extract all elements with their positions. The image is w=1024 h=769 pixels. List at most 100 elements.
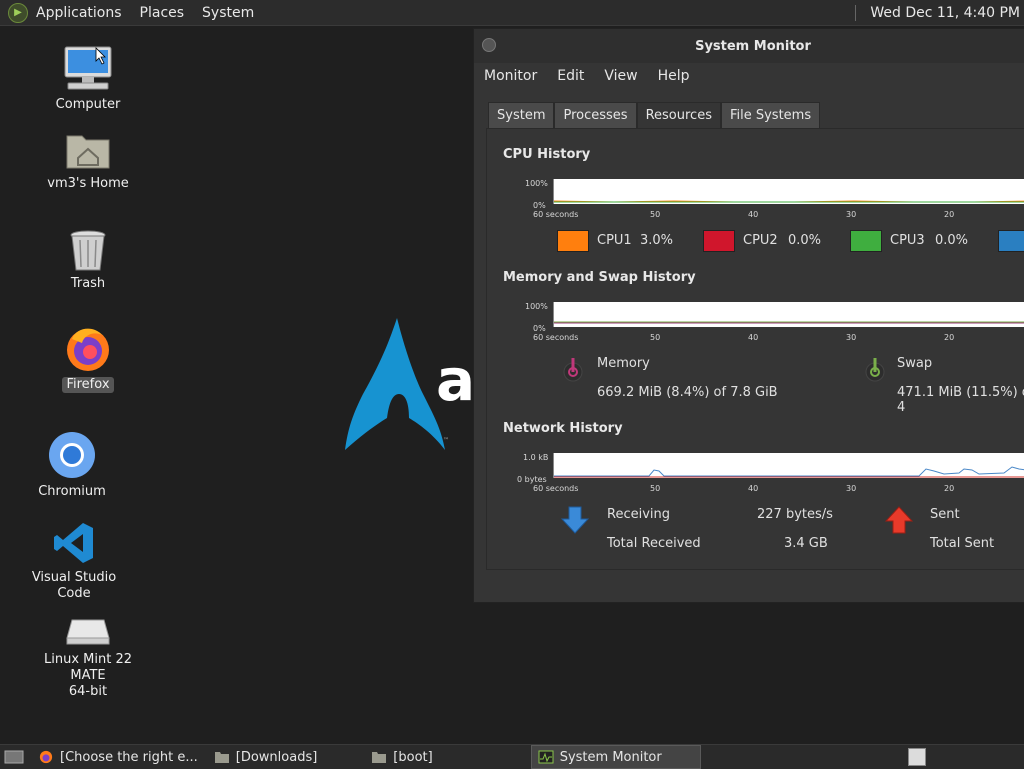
folder-task-icon: [214, 752, 229, 763]
taskbar-item-downloads[interactable]: [Downloads]: [208, 746, 324, 768]
mem-xtick-1: 50: [650, 333, 661, 342]
cpu1-color-swatch[interactable]: [557, 230, 589, 252]
chromium-icon: [49, 432, 95, 478]
menu-monitor[interactable]: Monitor: [484, 68, 537, 84]
net-graph-ymax: 1.0 kB: [523, 453, 549, 462]
desktop-icon-computer[interactable]: Computer: [28, 45, 148, 113]
cpu-xtick-4: 20: [944, 210, 955, 219]
cpu3-value: 0.0%: [935, 233, 969, 248]
cpu2-value: 0.0%: [788, 233, 822, 248]
svg-text:™: ™: [443, 437, 449, 444]
network-history-title: Network History: [503, 421, 623, 436]
tab-system[interactable]: System: [488, 102, 555, 129]
cpu3-color-swatch[interactable]: [850, 230, 882, 252]
mem-graph-ymax: 100%: [525, 302, 548, 311]
wallpaper-text: a: [436, 346, 476, 414]
workspace-switcher[interactable]: [908, 748, 926, 766]
swap-pie-icon[interactable]: [863, 354, 887, 386]
memory-pie-icon[interactable]: [561, 354, 585, 386]
memory-history-graph: [553, 302, 1024, 327]
memory-history-title: Memory and Swap History: [503, 270, 696, 285]
tab-resources[interactable]: Resources: [636, 102, 721, 129]
applications-menu[interactable]: Applications: [36, 5, 122, 21]
net-xtick-3: 30: [846, 484, 857, 493]
menubar: Monitor Edit View Help: [474, 63, 1024, 89]
network-graph-lines: [554, 466, 1024, 478]
taskbar-item-boot-label: [boot]: [393, 749, 433, 765]
mem-xtick-3: 30: [846, 333, 857, 342]
top-panel: ▶ Applications Places System Wed Dec 11,…: [0, 0, 1024, 26]
icon-label-trash: Trash: [70, 276, 106, 291]
receiving-label: Receiving: [607, 507, 671, 522]
menu-view[interactable]: View: [604, 68, 637, 84]
swap-label: Swap: [897, 356, 933, 371]
trash-icon: [70, 230, 106, 271]
cpu1-value: 3.0%: [640, 233, 674, 248]
mint-menu-icon[interactable]: ▶: [8, 2, 28, 23]
icon-label-home: vm3's Home: [47, 176, 129, 191]
taskbar-item-downloads-label: [Downloads]: [235, 749, 318, 765]
memory-label: Memory: [597, 356, 650, 371]
icon-label-vscode: Visual Studio Code: [31, 570, 117, 601]
sent-label: Sent: [930, 507, 960, 522]
cpu1-label: CPU1: [597, 233, 632, 248]
network-history-graph: [553, 453, 1024, 478]
icon-label-firefox: Firefox: [62, 377, 114, 393]
icon-label-computer: Computer: [55, 97, 121, 112]
cpu2-label: CPU2: [743, 233, 778, 248]
menu-help[interactable]: Help: [658, 68, 690, 84]
vscode-icon: [54, 523, 93, 563]
cpu-xtick-0: 60 seconds: [533, 210, 579, 219]
desktop-icon-firefox[interactable]: Firefox: [28, 325, 148, 393]
sent-arrow-icon[interactable]: [885, 505, 913, 535]
desktop-icon-vscode[interactable]: Visual Studio Code: [14, 520, 134, 602]
computer-icon: [64, 46, 112, 90]
icon-label-linux-mint-drive: Linux Mint 22 MATE 64-bit: [44, 652, 132, 699]
cpu-graph-lines: [553, 200, 1024, 203]
net-xtick-0: 60 seconds: [533, 484, 579, 493]
cpu-graph-ymax: 100%: [525, 179, 548, 188]
net-xtick-2: 40: [748, 484, 759, 493]
cpu-xtick-1: 50: [650, 210, 661, 219]
panel-separator: [855, 4, 857, 21]
taskbar: [Choose the right e... [Downloads] [boot…: [0, 744, 1024, 769]
tab-file-systems[interactable]: File Systems: [720, 102, 821, 129]
mem-xtick-2: 40: [748, 333, 759, 342]
window-title: System Monitor: [695, 39, 811, 54]
tab-bar: System Processes Resources File Systems: [488, 102, 821, 129]
net-xtick-4: 20: [944, 484, 955, 493]
mem-graph-ymin: 0%: [533, 324, 546, 333]
total-received-label: Total Received: [607, 536, 701, 551]
desktop-icon-home[interactable]: vm3's Home: [28, 128, 148, 192]
menu-edit[interactable]: Edit: [557, 68, 584, 84]
desktop-icon-chromium[interactable]: Chromium: [12, 430, 132, 500]
window-titlebar[interactable]: System Monitor: [474, 29, 1024, 63]
system-monitor-window: System Monitor Monitor Edit View Help Sy…: [473, 28, 1024, 603]
taskbar-item-boot[interactable]: [boot]: [365, 746, 438, 768]
folder-task-icon: [372, 752, 387, 763]
resources-panel: CPU History 100% 0% 60 seconds 50 40 30 …: [486, 128, 1024, 570]
receiving-arrow-icon[interactable]: [561, 505, 589, 535]
clock[interactable]: Wed Dec 11, 4:40 PM: [870, 5, 1020, 21]
firefox-task-icon: [39, 750, 53, 764]
drive-icon: [66, 619, 110, 645]
desktop-icon-trash[interactable]: Trash: [28, 228, 148, 292]
tab-processes[interactable]: Processes: [554, 102, 637, 129]
net-graph-ymin: 0 bytes: [517, 475, 547, 484]
home-folder-icon: [66, 135, 110, 169]
taskbar-item-firefox[interactable]: [Choose the right e...: [32, 746, 204, 768]
show-desktop-button[interactable]: [0, 746, 28, 768]
places-menu[interactable]: Places: [140, 5, 185, 21]
cpu-xtick-3: 30: [846, 210, 857, 219]
taskbar-item-system-monitor[interactable]: System Monitor: [530, 745, 701, 769]
system-menu[interactable]: System: [202, 5, 254, 21]
receiving-value: 227 bytes/s: [757, 507, 833, 522]
cpu2-color-swatch[interactable]: [703, 230, 735, 252]
cpu-history-graph: [553, 179, 1024, 204]
memory-graph-lines: [554, 321, 1024, 324]
memory-value: 669.2 MiB (8.4%) of 7.8 GiB: [597, 385, 778, 400]
desktop-icon-linux-mint-drive[interactable]: Linux Mint 22 MATE 64-bit: [28, 612, 148, 700]
cpu4-color-swatch[interactable]: [998, 230, 1024, 252]
cpu-xtick-2: 40: [748, 210, 759, 219]
cpu-history-title: CPU History: [503, 147, 591, 162]
